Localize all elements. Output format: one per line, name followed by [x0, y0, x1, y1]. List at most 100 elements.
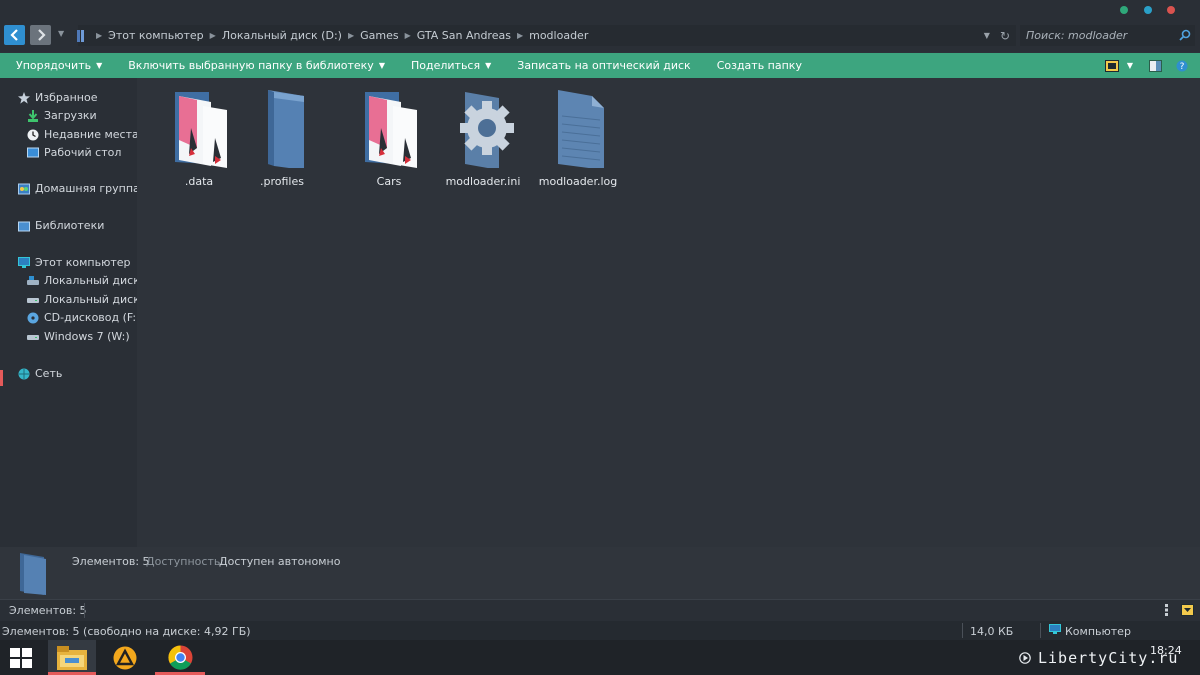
monitor-icon: [1049, 624, 1061, 634]
status-bar: Элементов: 5: [0, 599, 1200, 621]
change-view-icon[interactable]: [1104, 59, 1119, 72]
nav-drive-w-label: Windows 7 (W:): [44, 330, 130, 343]
folder-icon: [268, 90, 304, 170]
file-item[interactable]: .profiles: [237, 88, 327, 188]
taskbar-chrome-button[interactable]: [155, 640, 205, 675]
breadcrumb-modloader[interactable]: modloader: [529, 29, 588, 42]
nav-recent-places[interactable]: Недавние места: [27, 128, 139, 141]
star-icon: [18, 91, 30, 104]
breadcrumb-games[interactable]: Games: [360, 29, 398, 42]
nav-libraries-label: Библиотеки: [35, 219, 105, 232]
aimp-player-icon[interactable]: [113, 646, 137, 670]
nav-drive-c-label: Локальный диск (C: [44, 274, 137, 287]
nav-libraries[interactable]: Библиотеки: [18, 219, 104, 232]
nav-this-pc[interactable]: Этот компьютер: [18, 256, 131, 269]
search-box[interactable]: [1020, 25, 1195, 46]
nav-network-label: Сеть: [35, 367, 63, 380]
close-button[interactable]: [1167, 6, 1175, 14]
back-button[interactable]: [4, 25, 25, 45]
share-button[interactable]: Поделиться ▼: [411, 59, 491, 72]
breadcrumb-computer[interactable]: Этот компьютер: [108, 29, 204, 42]
recent-locations-chevron-icon[interactable]: ▼: [58, 29, 64, 38]
nav-homegroup-label: Домашняя группа: [35, 182, 140, 195]
nav-favorites[interactable]: Избранное: [18, 91, 97, 104]
info-bar: Элементов: 5 (свободно на диске: 4,92 ГБ…: [0, 621, 1200, 640]
taskbar-explorer-button[interactable]: [48, 640, 96, 675]
nav-this-pc-label: Этот компьютер: [35, 256, 131, 269]
windows-start-icon[interactable]: [10, 648, 32, 668]
address-dropdown-icon[interactable]: ▼: [984, 31, 990, 40]
maximize-button[interactable]: [1144, 6, 1152, 14]
nav-downloads[interactable]: Загрузки: [27, 109, 97, 122]
file-name: .profiles: [260, 175, 304, 188]
folder-icon: [20, 553, 46, 595]
homegroup-icon: [18, 183, 30, 194]
file-name: modloader.ini: [445, 175, 521, 188]
details-availability-value: Доступен автономно: [219, 555, 341, 568]
chevron-down-icon: ▼: [378, 61, 385, 70]
file-name: .data: [184, 175, 214, 188]
address-row: ▼ ▶ Этот компьютер ▶ Локальный диск (D:)…: [0, 20, 1200, 52]
file-item[interactable]: modloader.log: [533, 88, 623, 188]
selection-indicator: [0, 370, 3, 386]
large-icons-view-icon[interactable]: [1181, 604, 1194, 616]
breadcrumb-gta-san-andreas[interactable]: GTA San Andreas: [417, 29, 511, 42]
nav-drive-w[interactable]: Windows 7 (W:): [27, 330, 130, 343]
nav-desktop-label: Рабочий стол: [44, 146, 122, 159]
search-input[interactable]: [1020, 25, 1182, 46]
windows-drive-icon: [27, 275, 39, 285]
nav-homegroup[interactable]: Домашняя группа: [18, 182, 140, 195]
details-view-icon[interactable]: [1162, 604, 1172, 616]
media-play-icon[interactable]: [1019, 652, 1031, 664]
drive-icon: [27, 297, 39, 303]
breadcrumb-separator-icon: ▶: [209, 31, 216, 40]
file-name: modloader.log: [538, 175, 618, 188]
selection-size: 14,0 КБ: [970, 625, 1014, 638]
nav-desktop[interactable]: Рабочий стол: [27, 146, 121, 159]
info-divider: [1040, 623, 1041, 638]
breadcrumb[interactable]: ▶ Этот компьютер ▶ Локальный диск (D:) ▶…: [77, 25, 1016, 46]
file-item[interactable]: modloader.ini: [438, 88, 528, 188]
desktop-icon: [27, 147, 39, 157]
arrow-left-icon: [9, 29, 18, 41]
share-label: Поделиться: [410, 59, 481, 72]
organize-button[interactable]: Упорядочить ▼: [16, 59, 102, 72]
location-label: Компьютер: [1065, 625, 1131, 638]
preview-pane-icon[interactable]: [1149, 59, 1162, 72]
minimize-button[interactable]: [1120, 6, 1128, 14]
search-icon[interactable]: [1179, 29, 1191, 41]
nav-drive-d[interactable]: Локальный диск (D: [27, 293, 137, 306]
network-icon: [18, 368, 30, 379]
organize-label: Упорядочить: [16, 59, 92, 72]
arrow-right-icon: [37, 29, 46, 41]
nav-drive-f[interactable]: CD-дисковод (F:): [27, 311, 140, 324]
computer-location-icon: [77, 29, 84, 42]
file-explorer-icon: [57, 646, 87, 670]
forward-button[interactable]: [30, 25, 51, 45]
clock-time[interactable]: 18:24: [1150, 644, 1182, 657]
file-list: .data .profiles Cars modloader.ini modlo…: [137, 78, 1200, 547]
nav-drive-d-label: Локальный диск (D: [44, 293, 137, 306]
nav-drive-c[interactable]: Локальный диск (C: [27, 274, 137, 287]
include-in-library-button[interactable]: Включить выбранную папку в библиотеку ▼: [128, 59, 385, 72]
help-icon[interactable]: ?: [1176, 60, 1188, 72]
details-availability-label: Доступность:: [146, 555, 225, 568]
clock-icon: [27, 129, 39, 140]
refresh-icon[interactable]: ↻: [1000, 29, 1010, 43]
view-options-chevron-icon[interactable]: ▼: [1127, 61, 1133, 70]
info-divider: [962, 623, 963, 638]
command-bar: Упорядочить ▼ Включить выбранную папку в …: [0, 53, 1200, 78]
nav-downloads-label: Загрузки: [44, 109, 97, 122]
breadcrumb-drive-d[interactable]: Локальный диск (D:): [222, 29, 342, 42]
text-file-icon: [558, 90, 604, 170]
file-item[interactable]: .data: [154, 88, 244, 188]
new-folder-button[interactable]: Создать папку: [717, 59, 802, 72]
monitor-icon: [18, 256, 30, 268]
file-item[interactable]: Cars: [344, 88, 434, 188]
breadcrumb-separator-icon: ▶: [96, 31, 103, 40]
chrome-icon: [168, 645, 193, 670]
documents-folder-icon: [365, 92, 417, 168]
burn-disc-button[interactable]: Записать на оптический диск: [517, 59, 690, 72]
download-icon: [28, 109, 38, 122]
nav-network[interactable]: Сеть: [18, 367, 62, 380]
